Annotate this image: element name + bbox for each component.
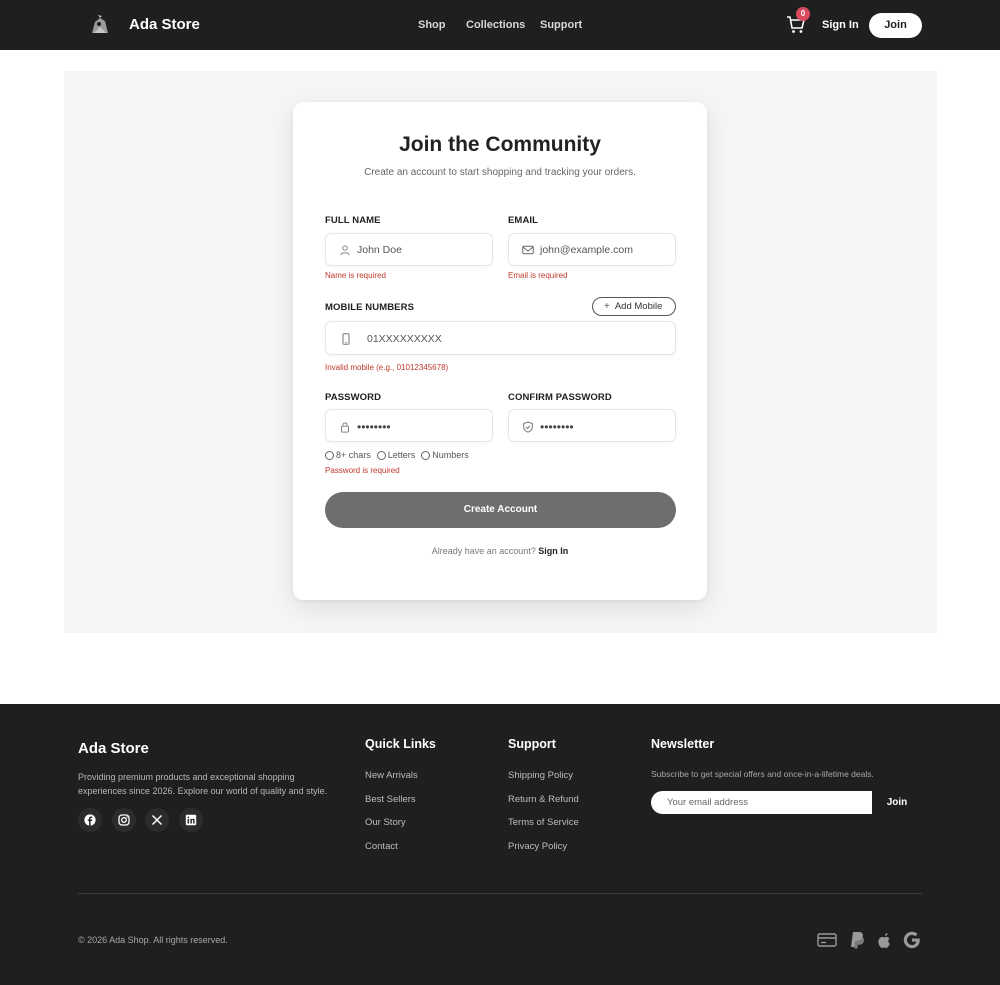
full-name-placeholder: John Doe [357,244,402,256]
confirm-password-label: CONFIRM PASSWORD [508,392,612,403]
copyright-text: © 2026 Ada Shop. All rights reserved. [78,935,228,945]
full-name-field[interactable]: John Doe [325,233,493,266]
password-label: PASSWORD [325,392,382,403]
email-error: Email is required [508,271,568,280]
footer-link-our-story[interactable]: Our Story [365,817,406,828]
footer-divider [78,893,922,894]
footer-link-returns[interactable]: Return & Refund [508,794,579,805]
add-mobile-label: Add Mobile [614,301,663,312]
footer-link-new-arrivals[interactable]: New Arrivals [365,770,418,781]
shield-check-icon [523,421,533,433]
nav-collections[interactable]: Collections [466,19,525,31]
password-value: •••••••• [357,420,391,434]
circle-icon [376,450,386,460]
requirement-letters-label: Letters [387,450,416,460]
newsletter-email-input[interactable]: Your email address [651,791,872,814]
newsletter-join-button[interactable]: Join [872,791,922,814]
linkedin-link[interactable] [179,808,203,832]
facebook-link[interactable] [78,808,102,832]
newsletter-description: Subscribe to get special offers and once… [651,769,874,779]
already-have-account-text: Already have an account? [431,546,536,556]
circle-icon [421,450,431,460]
footer-link-best-sellers[interactable]: Best Sellers [365,794,416,805]
brand-name[interactable]: Ada Store [129,16,200,33]
linkedin-icon [185,814,197,826]
signin-link[interactable]: Sign In [822,19,859,31]
full-name-error: Name is required [325,271,386,280]
site-footer: Ada Store Providing premium products and… [0,704,1000,985]
email-field[interactable]: john@example.com [508,233,676,266]
logo-icon[interactable] [88,13,112,37]
x-icon [151,814,163,826]
phone-icon [342,333,350,345]
quick-links-title: Quick Links [365,737,436,751]
circle-icon [325,450,334,460]
support-title: Support [508,737,556,751]
footer-link-terms[interactable]: Terms of Service [508,817,579,828]
mobile-label: MOBILE NUMBERS [325,302,415,313]
email-label: EMAIL [508,215,539,226]
cart-count-badge: 0 [796,7,810,21]
requirement-numbers-label: Numbers [432,450,469,460]
requirement-length: 8+ chars [325,450,371,460]
create-account-button[interactable]: Create Account [325,492,676,528]
user-icon [340,245,350,256]
confirm-password-value: •••••••• [540,420,574,434]
apple-icon [878,933,890,948]
full-name-label: FULL NAME [325,215,381,226]
footer-description: Providing premium products and exception… [78,772,328,796]
password-error: Password is required [325,466,400,475]
requirement-letters: Letters [376,450,416,460]
instagram-icon [118,814,130,826]
password-field[interactable]: •••••••• [325,409,493,442]
google-icon [903,931,920,949]
add-mobile-button[interactable]: + Add Mobile [592,297,676,316]
site-header: Ada Store Shop Collections Support 0 Sig… [0,0,1000,50]
newsletter-title: Newsletter [651,737,715,751]
mobile-placeholder: 01XXXXXXXXX [367,333,442,345]
nav-shop[interactable]: Shop [418,19,446,31]
mail-icon [522,245,534,255]
requirement-length-label: 8+ chars [336,450,371,460]
footer-link-contact[interactable]: Contact [365,841,398,852]
x-link[interactable] [145,808,169,832]
footer-brand: Ada Store [78,740,149,757]
mobile-error: Invalid mobile (e.g., 01012345678) [325,363,449,372]
email-placeholder: john@example.com [540,244,633,256]
instagram-link[interactable] [112,808,136,832]
password-requirements: 8+ chars Letters Numbers [325,450,469,460]
lock-icon [341,422,349,433]
requirement-numbers: Numbers [421,450,469,460]
paypal-icon [851,932,865,949]
card-icon [817,933,837,947]
join-button[interactable]: Join [869,13,922,38]
footer-link-privacy[interactable]: Privacy Policy [508,841,567,852]
plus-icon: + [604,301,610,312]
footer-link-shipping[interactable]: Shipping Policy [508,770,573,781]
signin-prompt: Already have an account? Sign In [0,546,1000,556]
confirm-password-field[interactable]: •••••••• [508,409,676,442]
mobile-field[interactable]: 01XXXXXXXXX [325,321,676,355]
facebook-icon [84,814,96,826]
form-title: Join the Community [399,133,601,156]
form-subtitle: Create an account to start shopping and … [364,167,636,178]
form-signin-link[interactable]: Sign In [538,546,568,556]
nav-support[interactable]: Support [540,19,582,31]
